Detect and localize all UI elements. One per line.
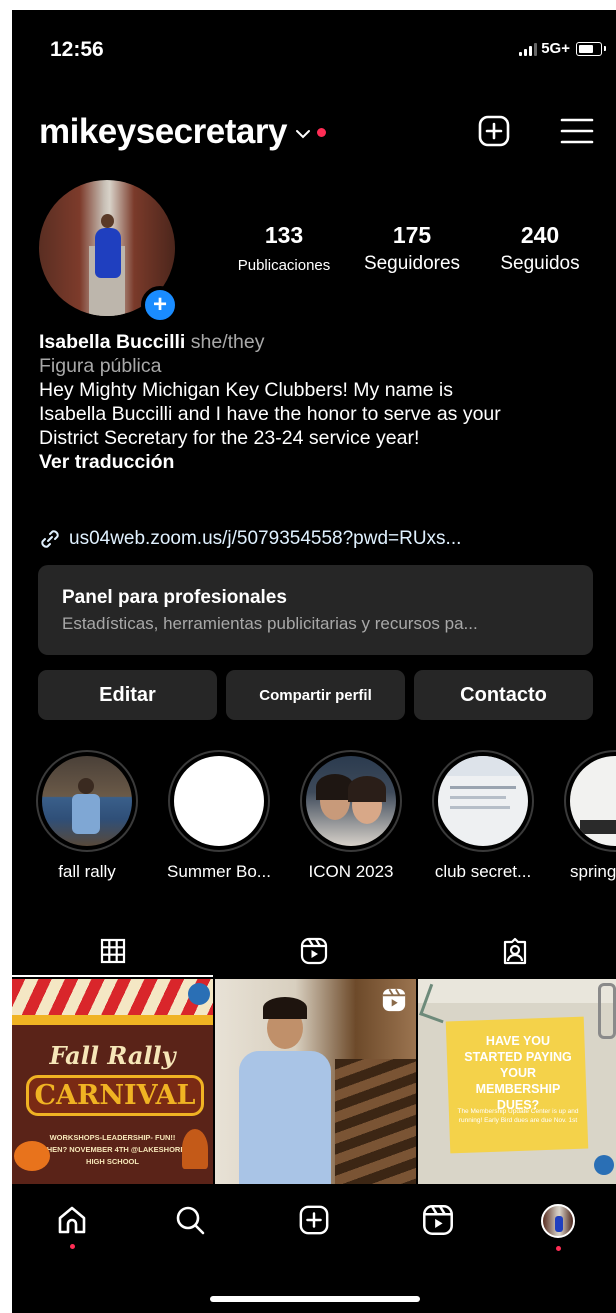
stat-count: 133	[264, 222, 304, 248]
highlight-item[interactable]: fall rally	[34, 750, 140, 882]
highlight-item[interactable]: Summer Bo...	[166, 750, 272, 882]
username-switcher[interactable]: mikeysecretary	[39, 112, 287, 152]
pronouns: she/they	[190, 331, 265, 353]
highlight-item[interactable]: club secret...	[430, 750, 536, 882]
grid-icon	[100, 938, 125, 964]
profile-header: mikeysecretary	[39, 110, 602, 154]
profile-bio: Isabella Buccilli she/they Figura públic…	[39, 330, 609, 474]
highlight-cover	[306, 756, 396, 846]
highlight-item[interactable]: spring	[562, 750, 616, 882]
highlight-label: Summer Bo...	[167, 862, 271, 881]
link-icon	[41, 530, 59, 548]
post-thumbnail[interactable]: Fall Rally CARNIVAL WORKSHOPS-LEADERSHIP…	[12, 979, 213, 1184]
stat-label: Seguidores	[363, 253, 461, 274]
active-tab-indicator	[12, 975, 213, 977]
highlight-item[interactable]: ICON 2023	[298, 750, 404, 882]
highlight-cover	[570, 756, 616, 846]
nav-search[interactable]	[160, 1204, 220, 1264]
reels-icon	[300, 937, 327, 965]
create-icon	[299, 1205, 329, 1235]
network-type: 5G+	[541, 40, 570, 57]
stat-count: 240	[520, 222, 560, 248]
highlight-cover	[438, 756, 528, 846]
highlight-label: ICON 2023	[308, 862, 394, 881]
tab-grid[interactable]	[12, 925, 213, 977]
post-headline: HAVE YOU STARTED PAYING YOUR MEMBERSHIP …	[464, 1034, 572, 1112]
home-icon	[58, 1206, 86, 1234]
tagged-icon	[503, 937, 526, 965]
reels-icon	[423, 1205, 453, 1235]
reel-indicator-icon	[382, 988, 406, 1012]
search-icon	[176, 1206, 205, 1235]
stat-label: Publicaciones	[237, 257, 331, 274]
nav-profile[interactable]	[528, 1204, 588, 1264]
menu-icon[interactable]	[559, 114, 595, 148]
status-time: 12:56	[50, 38, 104, 61]
bio-line: Hey Mighty Michigan Key Clubbers! My nam…	[39, 379, 453, 401]
see-translation-link[interactable]: Ver traducción	[39, 450, 609, 474]
link-text: us04web.zoom.us/j/5079354558?pwd=RUxs...	[69, 528, 462, 549]
stat-label: Seguidos	[500, 253, 580, 274]
category-label: Figura pública	[39, 355, 162, 377]
nav-create[interactable]	[284, 1204, 344, 1264]
bio-line: District Secretary for the 23-24 service…	[39, 427, 420, 449]
profile-avatar-small	[541, 1204, 575, 1238]
highlight-cover	[42, 756, 132, 846]
home-indicator[interactable]	[210, 1296, 420, 1302]
bottom-navigation	[12, 1190, 616, 1270]
bio-link[interactable]: us04web.zoom.us/j/5079354558?pwd=RUxs...	[39, 528, 461, 550]
add-story-button[interactable]: +	[141, 286, 179, 324]
display-name: Isabella Buccilli	[39, 331, 186, 353]
post-thumbnail[interactable]: HAVE YOU STARTED PAYING YOUR MEMBERSHIP …	[418, 979, 616, 1184]
post-title-2: CARNIVAL	[26, 1075, 204, 1116]
stat-following[interactable]: 240 Seguidos	[488, 222, 592, 275]
stat-count: 175	[392, 222, 432, 248]
signal-icon	[519, 42, 538, 56]
stat-posts[interactable]: 133 Publicaciones	[224, 222, 344, 274]
tab-reels[interactable]	[213, 925, 414, 977]
highlight-label: club secret...	[434, 862, 532, 881]
highlight-label: fall rally	[58, 862, 116, 881]
create-icon[interactable]	[477, 114, 511, 148]
dashboard-subtitle: Estadísticas, herramientas publicitarias…	[62, 614, 478, 633]
battery-icon	[576, 41, 606, 56]
dashboard-title: Panel para profesionales	[62, 587, 287, 608]
profile-avatar[interactable]: +	[39, 180, 179, 324]
notification-dot	[555, 1246, 561, 1251]
edit-profile-button[interactable]: Editar	[38, 670, 217, 720]
notification-dot	[316, 127, 326, 137]
tab-tagged[interactable]	[414, 925, 615, 977]
contact-button[interactable]: Contacto	[414, 670, 593, 720]
post-thumbnail[interactable]	[215, 979, 416, 1184]
notification-dot	[69, 1244, 75, 1249]
professional-dashboard[interactable]: Panel para profesionales Estadísticas, h…	[38, 565, 593, 655]
chevron-down-icon[interactable]	[295, 129, 311, 139]
share-profile-button[interactable]: Compartir perfil	[226, 670, 405, 720]
highlight-label: spring	[570, 862, 616, 881]
status-indicators: 5G+	[519, 40, 606, 57]
nav-reels[interactable]	[408, 1204, 468, 1264]
highlight-cover	[174, 756, 264, 846]
stat-followers[interactable]: 175 Seguidores	[350, 222, 474, 275]
profile-tabs	[12, 925, 616, 977]
bio-line: Isabella Buccilli and I have the honor t…	[39, 403, 501, 425]
nav-home[interactable]	[42, 1204, 102, 1264]
post-body: The Membership Update Center is up and r…	[457, 1108, 579, 1124]
profile-screen: 12:56 5G+ mikeysecretary + 133 Publicaci…	[12, 10, 616, 1313]
post-title-1: Fall Rally	[49, 1041, 176, 1070]
